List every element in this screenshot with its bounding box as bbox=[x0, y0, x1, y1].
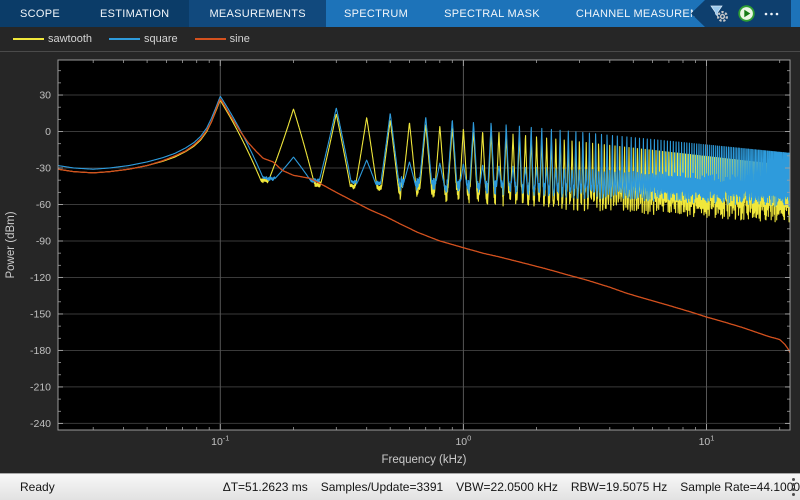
x-tick-label: 101 bbox=[699, 434, 715, 449]
y-axis-label: Power (dBm) bbox=[5, 211, 17, 278]
status-handle-icon[interactable] bbox=[792, 478, 795, 496]
ellipsis-icon[interactable] bbox=[764, 12, 779, 16]
status-stat-vbw: VBW=22.0500 kHz bbox=[456, 480, 558, 494]
legend-item-sawtooth[interactable]: sawtooth bbox=[13, 33, 92, 45]
status-stat-delta-t: ΔT=51.2623 ms bbox=[223, 480, 308, 494]
tab-spectrum[interactable]: SPECTRUM bbox=[326, 0, 426, 27]
y-tick-label: 30 bbox=[39, 90, 51, 102]
legend-item-sine[interactable]: sine bbox=[195, 33, 250, 45]
figure-area: sawtooth square sine 10-1 100 101 30 0 -30 -60… bbox=[0, 27, 800, 473]
play-icon[interactable] bbox=[738, 5, 755, 22]
status-bar: Ready ΔT=51.2623 ms Samples/Update=3391 … bbox=[0, 473, 800, 500]
legend-label-sawtooth: sawtooth bbox=[48, 33, 92, 45]
x-tick-label: 100 bbox=[455, 434, 471, 449]
tab-scope[interactable]: SCOPE bbox=[0, 0, 80, 27]
y-tick-label: -150 bbox=[30, 309, 51, 321]
legend-label-square: square bbox=[144, 33, 178, 45]
tuner-settings-icon[interactable] bbox=[710, 4, 729, 23]
y-tick-label: -210 bbox=[30, 381, 51, 393]
spectrum-analyzer-window: SCOPE ESTIMATION MEASUREMENTS SPECTRUM S… bbox=[0, 0, 800, 500]
spectrum-plot[interactable]: 10-1 100 101 30 0 -30 -60 -90 -120 -150 -180 -210 -2… bbox=[0, 27, 800, 473]
status-stats: ΔT=51.2623 ms Samples/Update=3391 VBW=22… bbox=[223, 480, 800, 494]
status-stat-sample-rate: Sample Rate=44.1000 kHz bbox=[680, 480, 800, 494]
y-tick-label: -30 bbox=[36, 163, 51, 175]
x-axis-label: Frequency (kHz) bbox=[382, 454, 467, 466]
tab-estimation[interactable]: ESTIMATION bbox=[80, 0, 189, 27]
status-stat-samples-per-update: Samples/Update=3391 bbox=[321, 480, 443, 494]
axes-background bbox=[58, 60, 790, 430]
y-tick-label: 0 bbox=[45, 126, 51, 138]
quick-access-banner bbox=[691, 0, 791, 27]
tab-measurements[interactable]: MEASUREMENTS bbox=[189, 0, 326, 27]
y-tick-label: -60 bbox=[36, 199, 51, 211]
legend: sawtooth square sine bbox=[0, 27, 800, 52]
tab-spectral-mask[interactable]: SPECTRAL MASK bbox=[426, 0, 558, 27]
legend-item-square[interactable]: square bbox=[109, 33, 178, 45]
legend-line-square bbox=[109, 38, 140, 40]
status-stat-rbw: RBW=19.5075 Hz bbox=[571, 480, 667, 494]
legend-line-sine bbox=[195, 38, 226, 40]
toolstrip: SCOPE ESTIMATION MEASUREMENTS SPECTRUM S… bbox=[0, 0, 800, 27]
status-ready: Ready bbox=[20, 480, 55, 494]
y-tick-label: -90 bbox=[36, 236, 51, 248]
legend-label-sine: sine bbox=[230, 33, 250, 45]
legend-line-sawtooth bbox=[13, 38, 44, 40]
y-tick-label: -120 bbox=[30, 272, 51, 284]
y-tick-label: -180 bbox=[30, 345, 51, 357]
y-tick-label: -240 bbox=[30, 418, 51, 430]
x-tick-label: 10-1 bbox=[211, 434, 229, 449]
